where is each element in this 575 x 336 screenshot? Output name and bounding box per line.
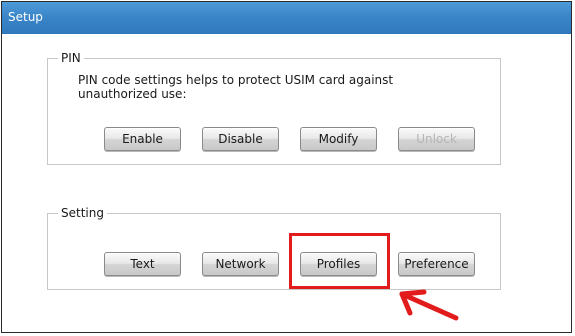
enable-button[interactable]: Enable — [104, 127, 181, 151]
unlock-button[interactable]: Unlock — [398, 127, 475, 151]
red-arrow-icon — [399, 289, 459, 321]
network-button[interactable]: Network — [202, 252, 279, 276]
setting-group-legend: Setting — [58, 206, 107, 220]
preference-button[interactable]: Preference — [398, 252, 475, 276]
title-bar: Setup — [2, 2, 571, 34]
profiles-highlight-box — [289, 233, 390, 289]
setup-window: Setup PIN PIN code settings helps to pro… — [1, 1, 572, 333]
text-button[interactable]: Text — [104, 252, 181, 276]
disable-button[interactable]: Disable — [202, 127, 279, 151]
setting-groupbox: Setting Text Network Profiles Preference — [47, 206, 501, 290]
pin-group-legend: PIN — [58, 51, 84, 65]
pin-description: PIN code settings helps to protect USIM … — [78, 73, 394, 101]
window-title: Setup — [8, 10, 43, 24]
pin-groupbox: PIN PIN code settings helps to protect U… — [47, 51, 501, 165]
modify-button[interactable]: Modify — [300, 127, 377, 151]
